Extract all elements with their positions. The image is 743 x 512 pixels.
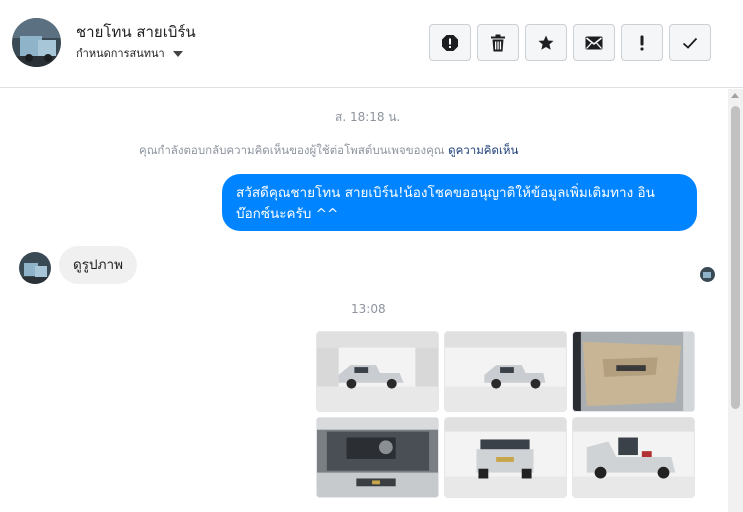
report-button[interactable] xyxy=(429,24,471,61)
photo-thumbnail[interactable] xyxy=(316,417,439,498)
scroll-up-arrow-icon[interactable] xyxy=(731,93,739,98)
message-thread[interactable]: ส. 18:18 น. คุณกำลังตอบกลับความคิดเห็นขอ… xyxy=(0,89,728,512)
conversation-settings-label: กำหนดการสนทนา xyxy=(76,47,165,60)
report-icon xyxy=(442,34,458,51)
star-button[interactable] xyxy=(525,24,567,61)
header-actions xyxy=(429,24,711,61)
timestamp: 13:08 xyxy=(351,302,386,316)
envelope-icon xyxy=(585,36,603,49)
outgoing-message-bubble[interactable]: สวัสดีคุณชายโทน สายเบิร์น!น้องโชคขออนุญา… xyxy=(222,174,697,231)
reply-context-text: คุณกำลังตอบกลับความคิดเห็นของผู้ใช้ต่อโพ… xyxy=(139,143,445,157)
done-button[interactable] xyxy=(669,24,711,61)
star-icon xyxy=(538,35,554,50)
view-comment-link[interactable]: ดูความคิดเห็น xyxy=(448,143,518,157)
mark-unread-button[interactable] xyxy=(573,24,615,61)
photo-thumbnail[interactable] xyxy=(572,417,695,498)
delete-button[interactable] xyxy=(477,24,519,61)
conversation-settings-dropdown[interactable]: กำหนดการสนทนา xyxy=(76,44,183,62)
caret-down-icon xyxy=(172,50,183,57)
scrollbar-thumb[interactable] xyxy=(731,106,740,409)
photo-thumbnail[interactable] xyxy=(572,331,695,412)
sender-avatar[interactable] xyxy=(19,252,51,284)
reply-context-notice: คุณกำลังตอบกลับความคิดเห็นของผู้ใช้ต่อโพ… xyxy=(139,142,518,160)
incoming-message-bubble[interactable]: ดูรูปภาพ xyxy=(59,246,137,284)
exclamation-icon xyxy=(640,35,644,50)
contact-avatar[interactable] xyxy=(12,18,61,67)
check-icon xyxy=(682,37,698,49)
photo-thumbnail[interactable] xyxy=(316,331,439,412)
photo-thumbnail[interactable] xyxy=(444,417,567,498)
conversation-header: ชายโทน สายเบิร์น กำหนดการสนทนา xyxy=(0,0,743,88)
contact-name[interactable]: ชายโทน สายเบิร์น xyxy=(76,20,196,44)
vertical-scrollbar[interactable] xyxy=(728,89,743,512)
timestamp: ส. 18:18 น. xyxy=(335,110,401,124)
trash-icon xyxy=(491,34,505,51)
read-receipt-avatar xyxy=(700,267,715,282)
spam-button[interactable] xyxy=(621,24,663,61)
photo-thumbnail[interactable] xyxy=(444,331,567,412)
